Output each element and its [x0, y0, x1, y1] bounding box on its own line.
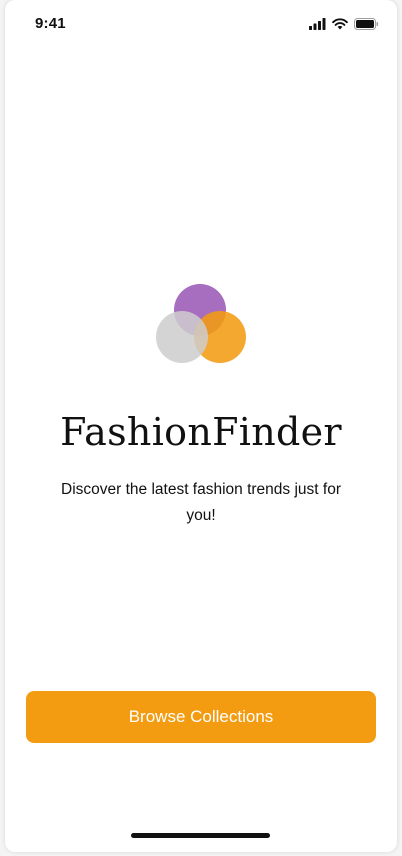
- app-tagline: Discover the latest fashion trends just …: [61, 481, 341, 524]
- status-time: 9:41: [35, 15, 66, 32]
- browse-collections-button[interactable]: Browse Collections: [26, 691, 376, 743]
- wifi-icon: [332, 18, 348, 30]
- battery-icon: [354, 18, 379, 30]
- cellular-signal-icon: [309, 18, 326, 30]
- status-icons: [309, 17, 379, 31]
- app-logo: [155, 284, 247, 366]
- app-title: FashionFinder: [60, 410, 342, 454]
- home-indicator[interactable]: [131, 833, 270, 838]
- logo-circle-grey: [156, 311, 208, 363]
- status-bar: 9:41: [5, 0, 397, 48]
- phone-screen: 9:41 FashionFinder Discover the latest f…: [5, 0, 397, 852]
